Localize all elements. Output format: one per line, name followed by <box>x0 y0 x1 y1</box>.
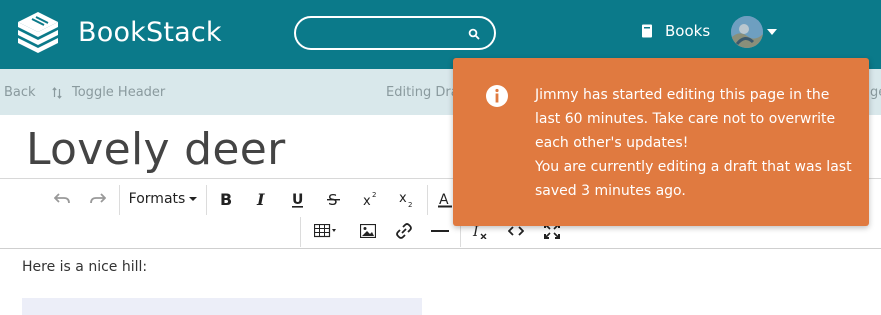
italic-button[interactable]: I <box>250 185 274 213</box>
undo-icon <box>54 193 70 204</box>
underline-button[interactable]: U <box>286 185 310 213</box>
editing-draft-label: Editing Draft <box>386 85 456 100</box>
table-button[interactable] <box>308 217 344 245</box>
logo-link[interactable]: BookStack <box>14 10 222 54</box>
search-box[interactable] <box>294 16 496 50</box>
svg-text:I: I <box>472 224 479 239</box>
superscript-icon: x2 <box>363 191 376 207</box>
undo-button[interactable] <box>50 185 74 213</box>
link-icon <box>396 223 412 239</box>
content-paragraph[interactable]: Here is a nice hill: <box>22 259 147 275</box>
image-icon <box>360 224 376 238</box>
toggle-header-label: Toggle Header <box>72 85 166 100</box>
horizontal-rule-icon <box>431 230 449 232</box>
notification-draft-status: You are currently editing a draft that w… <box>535 159 852 199</box>
bookstack-logo-icon <box>18 12 58 53</box>
svg-text:2: 2 <box>372 191 376 199</box>
notification-editing-warning: Jimmy has started editing this page in t… <box>535 87 836 151</box>
subscript-button[interactable]: x2 <box>394 185 418 213</box>
notification-message: Jimmy has started editing this page in t… <box>535 83 855 203</box>
page-title-input[interactable]: Lovely deer <box>26 124 285 175</box>
redo-icon <box>90 193 106 204</box>
subscript-icon: x2 <box>399 191 412 207</box>
redo-button[interactable] <box>86 185 110 213</box>
italic-icon: I <box>256 191 265 207</box>
content-image[interactable] <box>22 298 422 315</box>
toolbar-separator <box>119 185 120 215</box>
search-input[interactable] <box>310 24 460 44</box>
back-button[interactable]: Back <box>4 85 36 100</box>
books-nav-link[interactable]: Books <box>641 22 710 40</box>
svg-text:2: 2 <box>408 201 412 207</box>
avatar-image-icon <box>731 16 763 48</box>
chevron-down-icon <box>189 197 198 201</box>
svg-text:x: x <box>399 191 407 206</box>
user-menu-caret-icon[interactable] <box>767 29 777 35</box>
search-icon[interactable] <box>468 28 480 40</box>
bold-icon: B <box>220 191 232 207</box>
subbar-right-text[interactable]: ge <box>870 85 881 100</box>
svg-text:U: U <box>292 192 303 208</box>
strikethrough-button[interactable]: S <box>322 185 346 213</box>
insert-image-button[interactable] <box>356 217 380 245</box>
horizontal-rule-button[interactable] <box>428 217 452 245</box>
warning-notification[interactable]: Jimmy has started editing this page in t… <box>453 58 869 226</box>
svg-text:B: B <box>220 191 232 207</box>
bold-button[interactable]: B <box>214 185 238 213</box>
insert-link-button[interactable] <box>392 217 416 245</box>
table-icon <box>314 224 336 238</box>
book-icon <box>642 24 652 38</box>
formats-dropdown[interactable]: Formats <box>128 185 198 213</box>
editor-content-area[interactable]: Here is a nice hill: <box>0 249 881 315</box>
toolbar-separator <box>300 217 301 247</box>
svg-text:I: I <box>256 191 265 207</box>
swap-vertical-icon <box>52 86 62 99</box>
books-label: Books <box>665 22 711 40</box>
superscript-button[interactable]: x2 <box>358 185 382 213</box>
toggle-header-button[interactable]: Toggle Header <box>52 85 165 100</box>
code-icon <box>508 226 524 236</box>
user-avatar[interactable] <box>731 16 763 48</box>
info-icon <box>486 85 508 107</box>
formats-label: Formats <box>128 191 186 207</box>
toolbar-separator <box>206 185 207 215</box>
strikethrough-icon: S <box>327 191 340 207</box>
toolbar-separator <box>427 185 428 215</box>
text-color-icon: A <box>438 192 452 208</box>
svg-text:x: x <box>363 194 371 207</box>
app-name: BookStack <box>78 16 222 48</box>
underline-icon: U <box>292 192 303 208</box>
